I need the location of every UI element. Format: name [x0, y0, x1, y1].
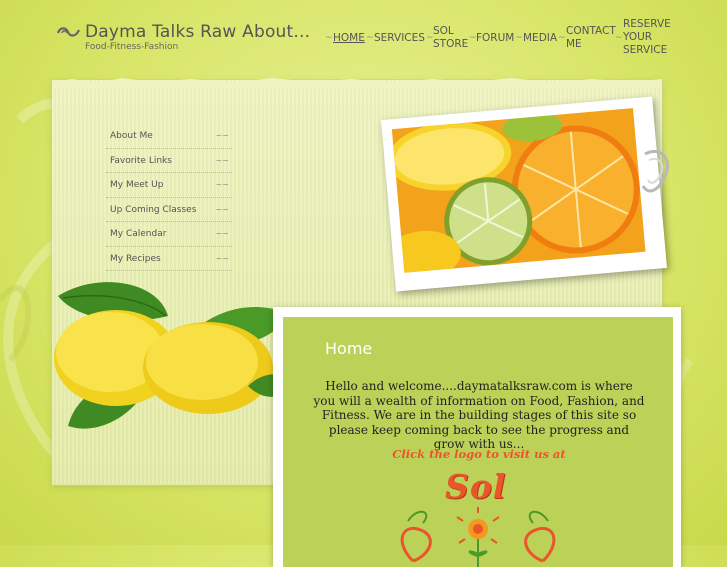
swirl-separator-icon: ~~ [215, 155, 229, 165]
lemons-decoration [54, 282, 289, 429]
swirl-separator-icon: ~ [615, 33, 623, 43]
content-panel: Home Hello and welcome....daymatalksraw.… [283, 317, 673, 567]
nav-item-sol-store[interactable]: SOL STORE [433, 25, 468, 51]
swirl-logo-icon[interactable] [56, 25, 82, 39]
sidebar-item-label: Favorite Links [110, 155, 172, 166]
sidebar-item-label: My Calendar [110, 229, 167, 239]
swirl-separator-icon: ~ [366, 33, 374, 43]
nav-item-home[interactable]: HOME [333, 32, 365, 45]
nav-item-media[interactable]: MEDIA [523, 32, 557, 45]
sidebar-item-label: Up Coming Classes [110, 204, 197, 215]
citrus-image [391, 108, 646, 273]
nav-item-forum[interactable]: FORUM [476, 32, 514, 45]
sidebar-item-up-coming-classes[interactable]: Up Coming Classes ~~ [106, 198, 232, 222]
swirl-separator-icon: ~~ [215, 180, 229, 189]
swirl-separator-icon: ~ [515, 33, 523, 43]
citrus-photo [381, 96, 667, 292]
nav-item-reserve-your-service[interactable]: RESERVE YOUR SERVICE [623, 18, 671, 57]
sidebar-item-my-meet-up[interactable]: My Meet Up ~~ [106, 173, 232, 198]
content-card: Home Hello and welcome....daymatalksraw.… [273, 307, 681, 567]
sol-logo-link[interactable]: Sol [383, 461, 573, 567]
sidebar-item-label: My Recipes [110, 253, 161, 264]
nav-item-contact-me[interactable]: CONTACT ME [566, 25, 616, 51]
paper-clip-icon [641, 150, 669, 193]
swirl-separator-icon: ~~ [215, 229, 229, 238]
nav-item-services[interactable]: SERVICES [374, 32, 425, 45]
sidebar-item-label: My Meet Up [110, 180, 164, 190]
swirl-separator-icon: ~~ [215, 253, 229, 263]
welcome-text: Hello and welcome....daymatalksraw.com i… [313, 379, 645, 451]
page-title: Home [325, 339, 373, 358]
sidebar-item-label: About Me [110, 131, 153, 141]
sidebar-item-my-recipes[interactable]: My Recipes ~~ [106, 247, 232, 271]
swirl-separator-icon: ~ [325, 33, 333, 43]
swirl-separator-icon: ~ [558, 33, 566, 43]
citrus-illustration [391, 108, 646, 273]
logo-cta-text: Click the logo to visit us at [392, 447, 566, 461]
site-title[interactable]: Dayma Talks Raw About... [85, 22, 310, 42]
swirl-separator-icon: ~~ [215, 204, 229, 214]
sol-logo-text: Sol [445, 467, 507, 506]
sidebar-item-favorite-links[interactable]: Favorite Links ~~ [106, 149, 232, 173]
site-tagline: Food-Fitness-Fashion [85, 42, 179, 52]
sidebar-item-about-me[interactable]: About Me ~~ [106, 124, 232, 149]
torn-edge [52, 78, 662, 88]
sidebar-menu: About Me ~~ Favorite Links ~~ My Meet Up… [106, 124, 232, 271]
sidebar-item-my-calendar[interactable]: My Calendar ~~ [106, 222, 232, 247]
swirl-separator-icon: ~~ [215, 131, 229, 140]
